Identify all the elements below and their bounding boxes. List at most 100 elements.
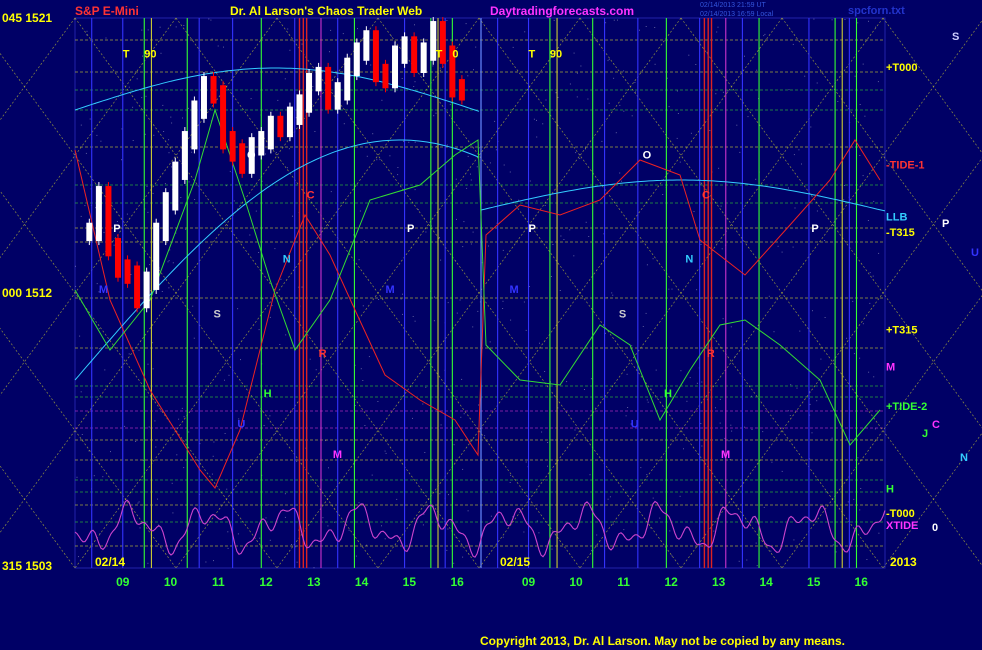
y-tick-label: 000 1512 <box>2 286 52 300</box>
star-dot <box>696 382 698 384</box>
star-dot <box>159 26 161 28</box>
price-bar <box>181 131 188 180</box>
price-bar <box>172 161 179 211</box>
star-dot <box>213 441 215 443</box>
star-dot <box>635 91 636 93</box>
star-dot <box>376 159 378 161</box>
star-dot <box>309 358 311 360</box>
star-dot <box>187 107 189 109</box>
star-dot <box>722 91 724 93</box>
right-edge-label: +T000 <box>886 62 918 74</box>
star-dot <box>619 104 621 106</box>
star-dot <box>121 159 122 161</box>
star-dot <box>467 510 469 512</box>
star-dot <box>529 180 531 182</box>
chart-annotation-label: S <box>214 308 221 320</box>
plot-area <box>0 17 982 569</box>
star-dot <box>857 457 859 459</box>
star-dot <box>229 170 231 172</box>
chart-annotation-label: M <box>99 284 108 296</box>
star-dot <box>693 211 695 212</box>
star-dot <box>510 319 512 321</box>
star-dot <box>240 359 241 361</box>
star-dot <box>730 326 732 328</box>
star-dot <box>787 410 789 412</box>
star-dot <box>227 531 229 533</box>
star-dot <box>502 308 504 309</box>
timestamp-ut: 02/14/2013 21:59 UT <box>700 2 766 9</box>
star-dot <box>397 167 399 168</box>
star-dot <box>132 140 134 141</box>
price-bar <box>382 63 389 89</box>
star-dot <box>176 454 178 456</box>
star-dot <box>148 426 150 428</box>
star-dot <box>547 465 548 467</box>
star-dot <box>789 415 791 416</box>
star-dot <box>646 264 648 266</box>
price-bar <box>200 76 207 119</box>
star-dot <box>168 287 170 289</box>
site-url-link[interactable]: Daytradingforecasts.com <box>490 4 634 18</box>
star-dot <box>738 560 740 562</box>
star-dot <box>509 171 511 173</box>
star-dot <box>142 55 144 57</box>
star-dot <box>275 152 277 153</box>
star-dot <box>654 63 656 65</box>
chart-annotation-label: N <box>283 253 291 265</box>
star-dot <box>518 199 520 201</box>
star-dot <box>523 301 525 303</box>
star-dot <box>873 200 875 202</box>
right-edge-label: -TIDE-1 <box>886 160 925 172</box>
star-dot <box>574 429 576 431</box>
star-dot <box>612 523 614 525</box>
price-bar <box>105 186 112 257</box>
price-bar <box>315 66 322 92</box>
star-dot <box>301 286 303 288</box>
star-dot <box>545 99 547 101</box>
star-dot <box>462 556 464 558</box>
price-bar <box>239 143 246 174</box>
star-dot <box>843 185 845 186</box>
star-dot <box>265 153 266 155</box>
star-dot <box>328 467 329 469</box>
star-dot <box>646 474 648 476</box>
price-bar <box>134 265 141 309</box>
star-dot <box>183 416 185 418</box>
star-dot <box>696 289 698 291</box>
price-bar <box>277 115 284 138</box>
star-dot <box>502 249 504 251</box>
chart-annotation-label: R <box>319 348 327 360</box>
star-dot <box>756 565 758 567</box>
star-dot <box>371 474 373 476</box>
star-dot <box>414 141 416 143</box>
star-dot <box>227 547 229 549</box>
timestamp-local: 02/14/2013 16:59 Local <box>700 11 774 18</box>
star-dot <box>832 544 834 546</box>
chart-annotation-label: M <box>385 284 394 296</box>
star-dot <box>716 31 718 33</box>
star-dot <box>147 562 149 564</box>
star-dot <box>291 544 292 545</box>
star-dot <box>462 468 464 470</box>
star-dot <box>89 118 91 120</box>
planet-label-outside: C <box>932 419 940 431</box>
star-dot <box>755 178 757 180</box>
star-dot <box>575 152 577 154</box>
star-dot <box>182 117 183 119</box>
star-dot <box>422 403 424 405</box>
star-dot <box>453 562 455 564</box>
star-dot <box>301 43 303 45</box>
star-dot <box>95 207 96 209</box>
star-dot <box>877 81 879 83</box>
star-dot <box>223 46 224 48</box>
star-dot <box>473 69 474 71</box>
star-dot <box>128 86 130 88</box>
star-dot <box>804 75 806 77</box>
star-dot <box>796 387 798 389</box>
star-dot <box>679 161 681 163</box>
star-dot <box>104 369 106 371</box>
star-dot <box>171 166 173 168</box>
price-bar <box>363 30 370 61</box>
star-dot <box>763 506 765 508</box>
star-dot <box>585 221 587 223</box>
